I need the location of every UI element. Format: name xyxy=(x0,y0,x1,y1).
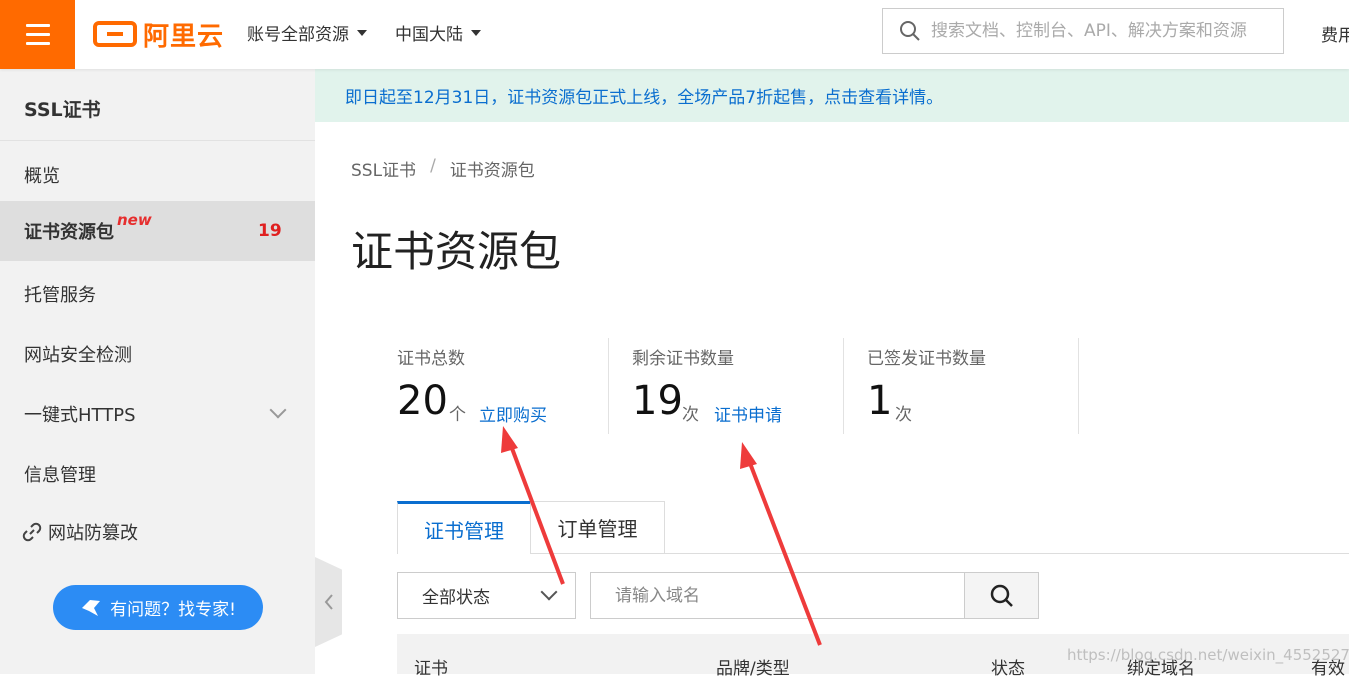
sidebar-item-label: 网站防篡改 xyxy=(48,523,138,544)
stat-divider xyxy=(608,338,609,434)
search-icon xyxy=(990,584,1013,607)
chevron-down-icon xyxy=(540,583,558,601)
region-dropdown[interactable]: 中国大陆 xyxy=(395,20,481,45)
promo-banner-text: 即日起至12月31日，证书资源包正式上线，全场产品7折起售，点击查看详情。 xyxy=(345,88,944,108)
ask-expert-button[interactable]: 有问题？找专家! xyxy=(53,585,263,630)
domain-search-input[interactable] xyxy=(590,572,965,619)
tab-order-management[interactable]: 订单管理 xyxy=(530,501,665,554)
chevron-left-icon xyxy=(324,594,333,610)
sidebar-item-site-security-check[interactable]: 网站安全检测 xyxy=(0,324,315,384)
logo-text: 阿里云 xyxy=(143,21,225,52)
stat-issued-certs: 已签发证书数量 1 次 xyxy=(867,338,1067,434)
stat-value: 19 xyxy=(632,378,683,424)
link-icon xyxy=(22,522,42,542)
logo-mark-icon xyxy=(93,21,137,47)
stat-label: 剩余证书数量 xyxy=(632,349,734,369)
breadcrumb: SSL证书 / 证书资源包 xyxy=(351,156,535,181)
column-header: 证书 xyxy=(414,659,448,679)
search-icon xyxy=(900,21,920,41)
menu-icon[interactable] xyxy=(0,0,75,69)
breadcrumb-current: 证书资源包 xyxy=(449,161,535,181)
promo-banner[interactable]: 即日起至12月31日，证书资源包正式上线，全场产品7折起售，点击查看详情。 xyxy=(315,69,1349,122)
caret-down-icon xyxy=(471,29,481,36)
sidebar-item-label: 托管服务 xyxy=(24,285,96,306)
new-badge: new xyxy=(117,211,152,229)
sidebar-item-label: 一键式HTTPS xyxy=(24,405,136,426)
chevron-down-icon xyxy=(269,401,287,419)
sidebar-item-cert-packages[interactable]: 证书资源包 new 19 xyxy=(0,201,315,261)
billing-link[interactable]: 费用 xyxy=(1321,21,1349,46)
chat-bird-icon xyxy=(82,599,101,616)
sidebar-item-label: 信息管理 xyxy=(24,465,96,486)
column-header: 品牌/类型 xyxy=(716,659,790,679)
ask-expert-label: 有问题？找专家! xyxy=(110,600,236,620)
stat-total-certs: 证书总数 20 个 立即购买 xyxy=(397,338,597,434)
sidebar-divider xyxy=(0,140,315,141)
sidebar-item-label: 证书资源包 xyxy=(24,222,114,243)
domain-search-button[interactable] xyxy=(964,572,1039,619)
stat-divider xyxy=(843,338,844,434)
stat-unit: 次 xyxy=(682,405,699,425)
stat-value: 1 xyxy=(867,378,893,424)
sidebar-item-label: 网站安全检测 xyxy=(24,345,132,366)
count-badge: 19 xyxy=(258,221,282,241)
aliyun-logo[interactable]: 阿里云 xyxy=(93,16,224,52)
stat-label: 已签发证书数量 xyxy=(867,349,986,369)
caret-down-icon xyxy=(357,29,367,36)
breadcrumb-separator: / xyxy=(430,156,436,176)
tab-baseline xyxy=(664,553,1349,554)
tab-cert-management[interactable]: 证书管理 xyxy=(397,501,531,554)
status-filter-value: 全部状态 xyxy=(422,588,490,608)
stat-divider xyxy=(1078,338,1079,434)
sidebar-item-info-management[interactable]: 信息管理 xyxy=(0,444,315,504)
breadcrumb-root[interactable]: SSL证书 xyxy=(351,156,416,181)
sidebar-item-hosting[interactable]: 托管服务 xyxy=(0,264,315,324)
sidebar-item-one-click-https[interactable]: 一键式HTTPS xyxy=(0,384,315,444)
apply-cert-link[interactable]: 证书申请 xyxy=(714,401,782,426)
sidebar-item-label: 概览 xyxy=(24,166,60,187)
stat-unit: 个 xyxy=(449,405,466,425)
top-bar: 阿里云 账号全部资源 中国大陆 费用 xyxy=(0,0,1349,69)
global-search-input[interactable] xyxy=(931,21,1271,41)
sidebar-item-overview[interactable]: 概览 xyxy=(0,145,315,205)
sidebar-title: SSL证书 xyxy=(24,99,101,121)
global-search[interactable] xyxy=(882,8,1284,54)
stat-value: 20 xyxy=(397,378,448,424)
sidebar: SSL证书 概览 证书资源包 new 19 托管服务 网站安全检测 一键式HTT… xyxy=(0,69,315,674)
buy-now-link[interactable]: 立即购买 xyxy=(479,401,547,426)
region-label: 中国大陆 xyxy=(395,25,463,45)
sidebar-collapse-toggle[interactable] xyxy=(315,557,342,647)
account-resources-label: 账号全部资源 xyxy=(247,25,349,45)
sidebar-item-anti-tamper[interactable]: 网站防篡改 xyxy=(0,502,315,562)
stat-unit: 次 xyxy=(895,405,912,425)
page-title: 证书资源包 xyxy=(351,227,562,276)
column-header: 状态 xyxy=(991,659,1025,679)
status-filter-select[interactable]: 全部状态 xyxy=(397,572,576,619)
account-resources-dropdown[interactable]: 账号全部资源 xyxy=(247,20,367,45)
watermark: https://blog.csdn.net/weixin_45525272 xyxy=(1067,646,1349,664)
stat-label: 证书总数 xyxy=(397,349,465,369)
stat-remaining-certs: 剩余证书数量 19 次 证书申请 xyxy=(632,338,832,434)
